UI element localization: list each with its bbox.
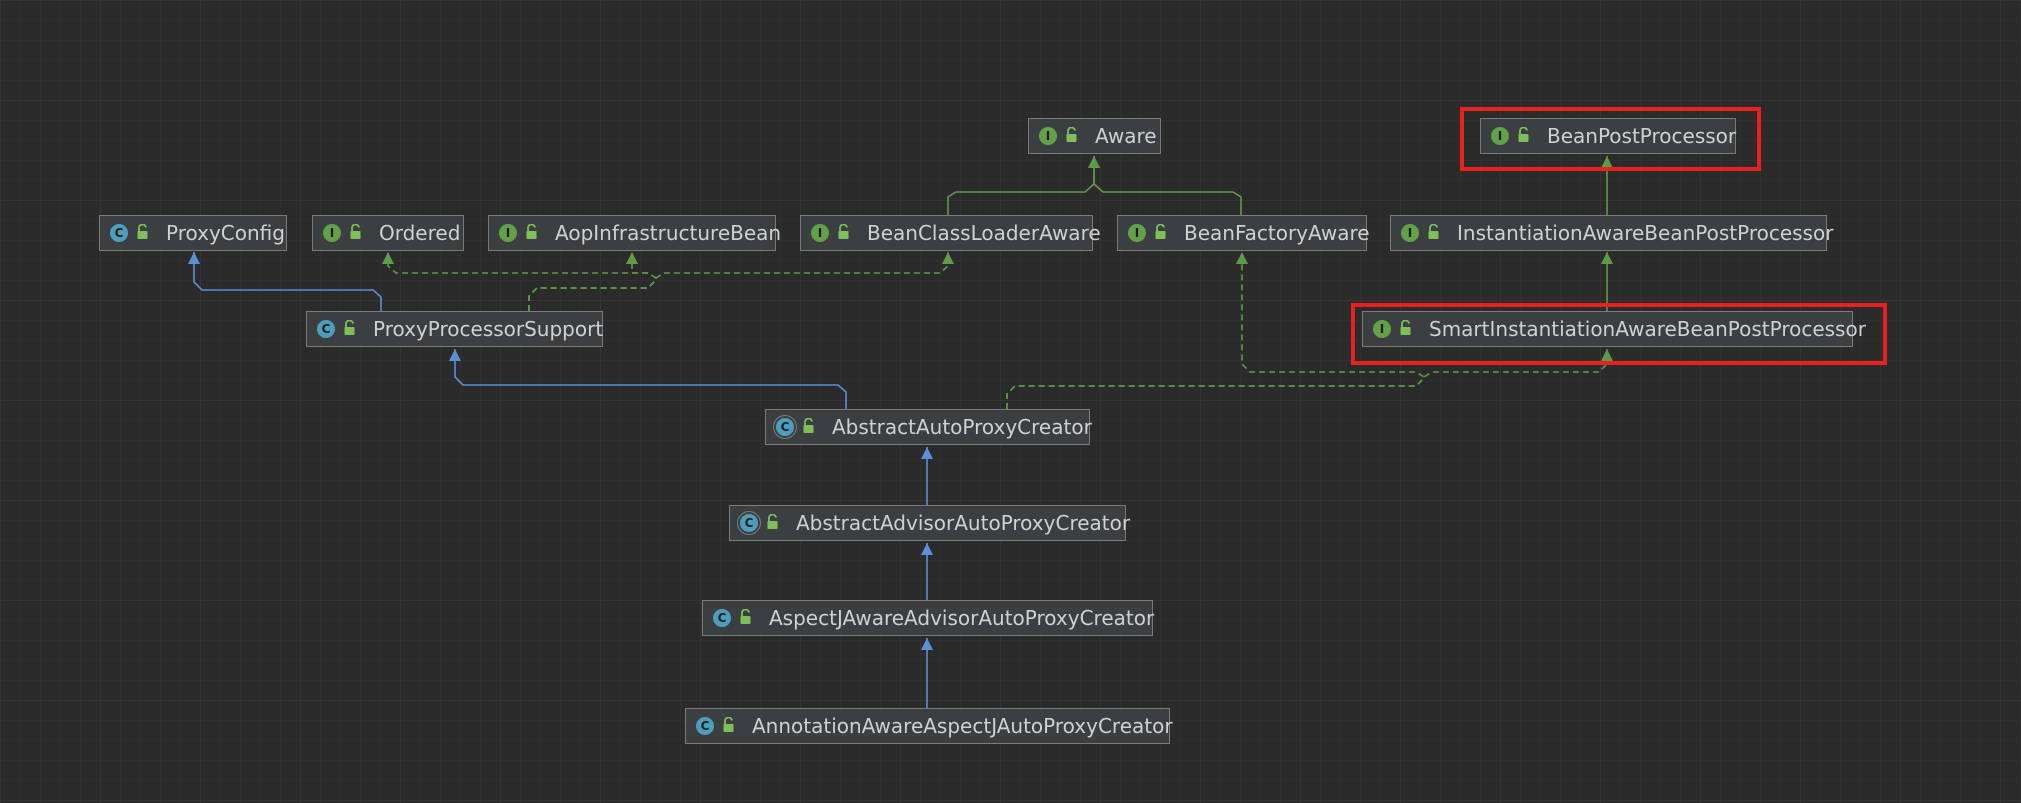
- public-lock-icon: [349, 221, 363, 245]
- node-label: Aware: [1095, 124, 1157, 148]
- arrowhead-pps-to-bcla: [942, 252, 954, 264]
- arrowhead-bfa-to-aware: [1088, 156, 1100, 168]
- node-pps[interactable]: C ProxyProcessorSupport: [306, 311, 603, 347]
- interface-icon: I: [811, 224, 829, 242]
- public-lock-icon: [766, 511, 780, 535]
- public-lock-icon: [722, 714, 736, 738]
- arrowhead-aapc-to-pps: [449, 349, 461, 361]
- node-label: ProxyProcessorSupport: [373, 317, 604, 341]
- interface-icon: I: [1401, 224, 1419, 242]
- node-iabpp[interactable]: I InstantiationAwareBeanPostProcessor: [1390, 215, 1833, 251]
- node-label: AspectJAwareAdvisorAutoProxyCreator: [769, 606, 1155, 630]
- arrowhead-aapc-to-bfa: [1236, 252, 1248, 264]
- interface-icon: I: [323, 224, 341, 242]
- public-lock-icon: [1154, 221, 1168, 245]
- node-ordered[interactable]: I Ordered: [312, 215, 464, 251]
- node-aware[interactable]: I Aware: [1028, 118, 1161, 154]
- node-label: BeanFactoryAware: [1184, 221, 1370, 245]
- public-lock-icon: [136, 221, 150, 245]
- public-lock-icon: [802, 415, 816, 439]
- arrowhead-aaapc-to-aapc: [921, 447, 933, 459]
- edge-bfa-to-aware: [1093, 156, 1242, 215]
- class-icon: C: [740, 514, 758, 532]
- node-aaajapc[interactable]: C AnnotationAwareAspectJAutoProxyCreator: [685, 708, 1173, 744]
- edge-aapc-to-pps: [454, 349, 847, 409]
- node-ajaapc[interactable]: C AspectJAwareAdvisorAutoProxyCreator: [702, 600, 1155, 636]
- node-label: Ordered: [379, 221, 461, 245]
- edge-pps-to-ordered: [387, 252, 657, 311]
- node-label: ProxyConfig: [166, 221, 285, 245]
- public-lock-icon: [1427, 221, 1441, 245]
- arrowhead-pps-to-ordered: [382, 252, 394, 264]
- node-label: AopInfrastructureBean: [555, 221, 782, 245]
- public-lock-icon: [837, 221, 851, 245]
- class-icon: C: [713, 609, 731, 627]
- arrowhead-aaajapc-to-ajaapc: [921, 638, 933, 650]
- edge-pps-to-bcla: [528, 252, 949, 311]
- node-aaapc[interactable]: C AbstractAdvisorAutoProxyCreator: [729, 505, 1130, 541]
- arrowhead-siabpp-to-iabpp: [1601, 252, 1613, 264]
- node-label: BeanClassLoaderAware: [867, 221, 1101, 245]
- node-label: AbstractAdvisorAutoProxyCreator: [796, 511, 1131, 535]
- interface-icon: I: [499, 224, 517, 242]
- class-icon: C: [317, 320, 335, 338]
- public-lock-icon: [525, 221, 539, 245]
- node-bcla[interactable]: I BeanClassLoaderAware: [800, 215, 1101, 251]
- class-icon: C: [110, 224, 128, 242]
- public-lock-icon: [1065, 124, 1079, 148]
- edge-pps-to-aopinfra: [528, 252, 657, 311]
- node-aopinfra[interactable]: I AopInfrastructureBean: [488, 215, 781, 251]
- highlight-box-bpp: [1460, 107, 1761, 171]
- highlight-box-siabpp: [1351, 303, 1887, 365]
- node-bfa[interactable]: I BeanFactoryAware: [1117, 215, 1370, 251]
- edge-bcla-to-aware: [947, 156, 1095, 215]
- class-icon: C: [776, 418, 794, 436]
- node-label: InstantiationAwareBeanPostProcessor: [1457, 221, 1834, 245]
- node-proxyconfig[interactable]: C ProxyConfig: [99, 215, 287, 251]
- interface-icon: I: [1128, 224, 1146, 242]
- node-label: AnnotationAwareAspectJAutoProxyCreator: [752, 714, 1173, 738]
- public-lock-icon: [739, 606, 753, 630]
- interface-icon: I: [1039, 127, 1057, 145]
- arrowhead-pps-to-proxyconfig: [188, 252, 200, 264]
- arrowhead-ajaapc-to-aaapc: [921, 543, 933, 555]
- arrowhead-pps-to-aopinfra: [626, 252, 638, 264]
- node-aapc[interactable]: C AbstractAutoProxyCreator: [765, 409, 1092, 445]
- node-label: AbstractAutoProxyCreator: [832, 415, 1092, 439]
- class-icon: C: [696, 717, 714, 735]
- edge-pps-to-proxyconfig: [193, 252, 382, 311]
- public-lock-icon: [343, 317, 357, 341]
